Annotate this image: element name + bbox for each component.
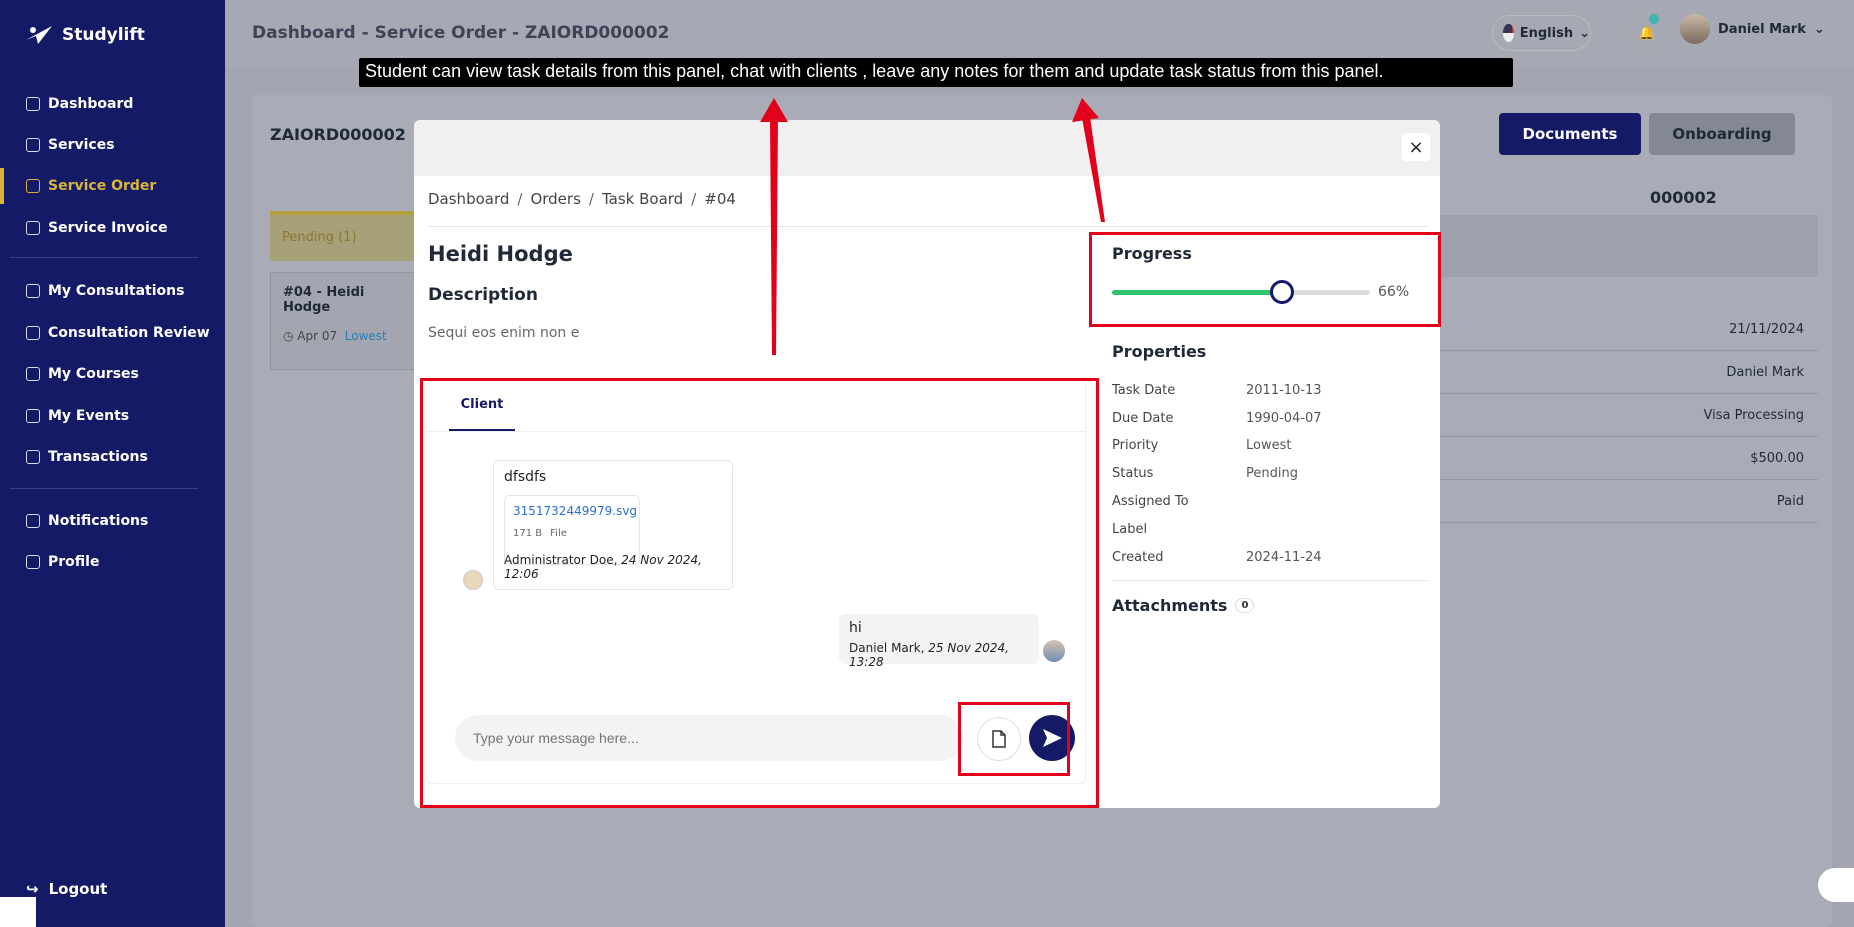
annotation-arrow-left xyxy=(770,118,778,355)
annotation-arrow-left-head xyxy=(760,98,788,122)
assistant-float-button[interactable] xyxy=(1818,868,1854,902)
annotation-arrow-right xyxy=(1082,117,1105,222)
annotation-arrow-right-head xyxy=(1072,98,1099,122)
annotation-arrows xyxy=(760,98,1105,355)
annotation-tooltip: Student can view task details from this … xyxy=(359,58,1513,87)
